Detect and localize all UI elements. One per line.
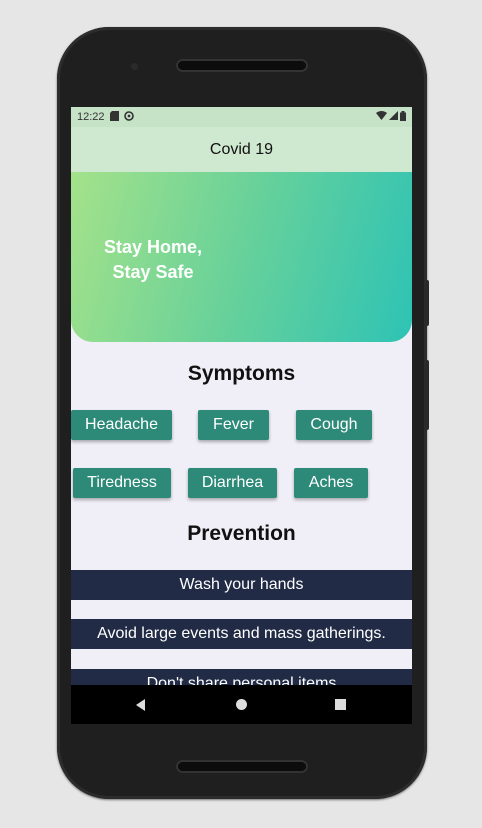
symptom-diarrhea-button[interactable]: Diarrhea	[188, 468, 277, 498]
prevention-title: Prevention	[187, 522, 296, 545]
back-icon[interactable]	[136, 699, 145, 711]
status-bar: 12:22	[71, 107, 412, 127]
hero-banner: Stay Home, Stay Safe	[71, 172, 412, 342]
battery-icon	[400, 110, 406, 124]
recents-icon[interactable]	[335, 699, 346, 710]
home-icon[interactable]	[236, 699, 247, 710]
wifi-icon	[376, 111, 387, 123]
symptom-headache-button[interactable]: Headache	[71, 410, 172, 440]
symptom-aches-button[interactable]: Aches	[294, 468, 368, 498]
hero-text: Stay Home, Stay Safe	[104, 235, 202, 285]
navigation-bar	[71, 685, 412, 724]
bottom-speaker	[176, 760, 308, 773]
hero-line-2: Stay Safe	[112, 262, 194, 282]
symptom-fever-button[interactable]: Fever	[198, 410, 269, 440]
signal-icon	[389, 111, 398, 123]
front-camera	[131, 63, 138, 70]
symptom-cough-button[interactable]: Cough	[296, 410, 372, 440]
prevention-item[interactable]: Avoid large events and mass gatherings.	[71, 619, 412, 649]
power-button	[425, 360, 429, 430]
app-bar: Covid 19	[71, 127, 412, 172]
sync-icon	[123, 110, 134, 124]
volume-button	[425, 280, 429, 326]
prevention-item[interactable]: Wash your hands	[71, 570, 412, 600]
top-speaker	[176, 59, 308, 72]
app-title: Covid 19	[209, 140, 274, 158]
hero-line-1: Stay Home,	[104, 237, 203, 257]
symptom-tiredness-button[interactable]: Tiredness	[73, 468, 171, 498]
status-time: 12:22	[77, 111, 105, 123]
sd-card-icon	[109, 110, 119, 124]
symptoms-title: Symptoms	[187, 362, 296, 385]
screen: 12:22 Covid 19 Stay Home, Stay Safe Symp…	[71, 107, 412, 724]
